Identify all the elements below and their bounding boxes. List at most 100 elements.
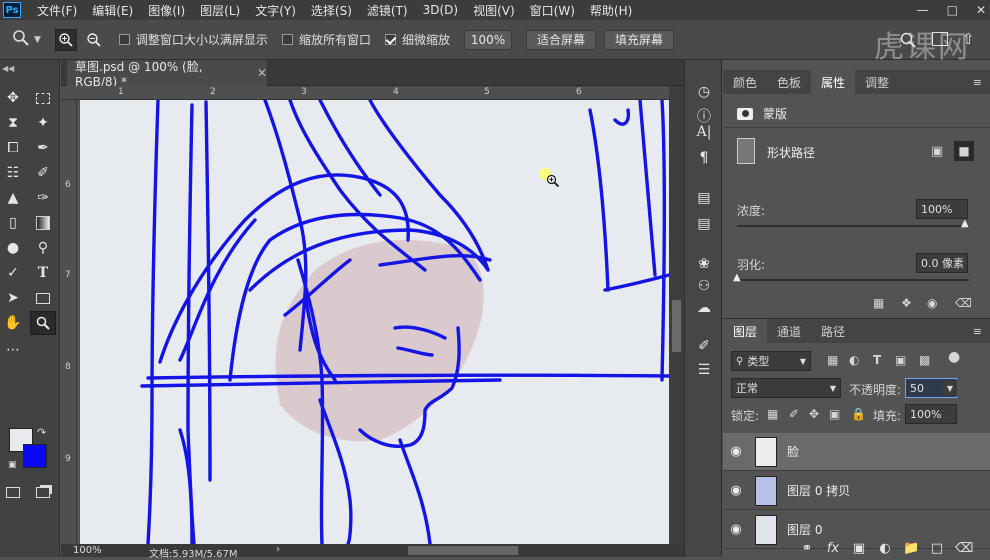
menu-layer[interactable]: 图层(L) [200,2,240,19]
layers-panel-menu-icon[interactable]: ≡ [973,325,982,338]
eyedropper-tool-icon[interactable]: ✒ [30,136,56,160]
default-colors-icon[interactable]: ▣ [8,460,17,470]
tools-collapse-icon[interactable]: ◀◀ [2,64,14,73]
resize-windows-option[interactable]: 调整窗口大小以满屏显示 [118,31,268,48]
lock-position-icon[interactable]: ✥ [809,407,819,421]
tab-adjustments[interactable]: 调整 [855,70,899,94]
gradient-tool-icon[interactable] [30,211,56,235]
add-mask-icon[interactable]: ▣ [851,541,867,556]
history-brush-tool-icon[interactable]: ✑ [30,186,56,210]
tab-color[interactable]: 颜色 [723,70,767,94]
zoom-tool-active-icon[interactable] [30,311,56,335]
zoom-in-icon[interactable] [54,28,77,51]
vertical-scroll-thumb[interactable] [672,300,681,352]
path-selection-tool-icon[interactable]: ➤ [0,286,26,310]
tab-swatches[interactable]: 色板 [767,70,811,94]
tab-properties[interactable]: 属性 [811,70,856,94]
zoom-all-checkbox[interactable] [281,34,293,45]
menu-help[interactable]: 帮助(H) [590,2,632,19]
zoom-all-option[interactable]: 缩放所有窗口 [281,31,371,48]
fill-input[interactable]: 100% [905,404,957,424]
history-icon[interactable]: ◷ [694,82,714,102]
lock-all-icon[interactable]: 🔒 [851,407,866,421]
delete-layer-icon[interactable]: ⌫ [955,541,973,556]
new-layer-icon[interactable]: □ [929,541,945,556]
healing-brush-tool-icon[interactable]: ☷ [0,161,26,185]
maximize-icon[interactable]: □ [947,3,958,17]
blur-tool-icon[interactable]: ● [0,236,26,260]
background-color-swatch[interactable] [23,444,47,468]
density-input[interactable]: 100% [916,199,968,219]
hand-tool-icon[interactable]: ✋ [0,311,26,335]
workspace-icon[interactable] [932,32,948,46]
menu-edit[interactable]: 编辑(E) [92,2,133,19]
apply-mask-icon[interactable]: ❖ [901,296,912,310]
styles-icon[interactable]: ⚇ [694,276,714,296]
rectangle-tool-icon[interactable] [30,286,56,310]
minimize-icon[interactable]: — [917,3,929,17]
scrubby-zoom-option[interactable]: 细微缩放 [384,31,450,48]
search-icon[interactable] [900,32,916,51]
panel-menu-icon[interactable]: ≡ [973,76,982,89]
character-icon[interactable]: A| [694,122,714,142]
brush-presets-icon[interactable]: ✐ [694,336,714,356]
menu-window[interactable]: 窗口(W) [530,2,575,19]
new-group-icon[interactable]: 📁 [903,541,919,556]
layer-row[interactable]: ◉ 图层 0 拷贝 [723,472,990,510]
tab-paths[interactable]: 路径 [811,319,855,343]
filter-shape-icon[interactable]: ▣ [895,353,906,367]
zoom-out-icon[interactable] [83,29,105,51]
lock-artboard-icon[interactable]: ▣ [829,407,840,421]
adjustments-icon[interactable]: ☰ [694,360,714,380]
clone-stamp-tool-icon[interactable]: ▲ [0,186,26,210]
feather-slider-handle[interactable]: ▲ [733,272,741,283]
filter-toggle-icon[interactable]: ● [948,349,960,365]
crop-tool-icon[interactable]: ⧠ [0,136,26,160]
menu-filter[interactable]: 滤镜(T) [367,2,408,19]
feather-slider[interactable] [737,279,969,281]
lasso-tool-icon[interactable]: ⧗ [0,111,26,135]
menu-file[interactable]: 文件(F) [37,2,77,19]
layer-filter-dropdown[interactable]: ⚲ 类型 ▼ [731,351,811,371]
eraser-tool-icon[interactable]: ▯ [0,211,26,235]
layer-style-icon[interactable]: fx [825,541,841,556]
status-expand-icon[interactable]: › [276,544,280,555]
load-selection-icon[interactable]: ▦ [873,296,884,310]
creative-cloud-icon[interactable]: ☁ [694,298,714,318]
tab-layers[interactable]: 图层 [723,319,768,343]
pen-tool-icon[interactable]: ✓ [0,261,26,285]
zoom-tool-icon[interactable] [12,29,30,50]
brush-tool-icon[interactable]: ✐ [30,161,56,185]
eye-icon[interactable]: ◉ [723,444,749,459]
horizontal-scroll-thumb[interactable] [408,546,518,555]
paragraph-icon[interactable]: ¶ [694,148,714,168]
type-tool-icon[interactable]: T [30,261,56,285]
screen-mode-icon[interactable] [30,480,56,504]
menu-select[interactable]: 选择(S) [311,2,352,19]
quick-mask-icon[interactable] [0,480,26,504]
brush-settings-icon[interactable]: ❀ [694,254,714,274]
fit-screen-button[interactable]: 适合屏幕 [525,29,596,50]
layer-name[interactable]: 图层 0 拷贝 [787,482,850,499]
share-icon[interactable]: ⇧ [962,30,975,48]
document-canvas[interactable] [80,100,669,544]
zoom-level[interactable]: 100% [73,545,102,556]
menu-view[interactable]: 视图(V) [473,2,515,19]
blend-mode-dropdown[interactable]: 正常 ▼ [731,378,841,398]
notes-icon[interactable]: ▤ [694,188,714,208]
delete-mask-icon[interactable]: ⌫ [955,296,972,310]
document-icon[interactable]: ▤ [694,214,714,234]
feather-input[interactable]: 0.0 像素 [916,253,968,273]
chevron-down-icon[interactable]: ▼ [34,35,41,45]
vector-mask-icon[interactable]: ■ [954,141,974,161]
filter-pixel-icon[interactable]: ▦ [827,353,838,367]
filter-type-icon[interactable]: T [873,353,881,367]
scrubby-zoom-checkbox[interactable] [384,34,396,45]
density-slider-handle[interactable]: ▲ [961,218,969,229]
marquee-tool-icon[interactable] [30,86,56,110]
fill-screen-button[interactable]: 填充屏幕 [603,29,674,50]
layer-name[interactable]: 图层 0 [787,521,822,538]
close-tab-icon[interactable]: ✕ [257,66,267,80]
swap-colors-icon[interactable]: ↷ [37,426,46,439]
layer-name[interactable]: 脸 [787,443,799,460]
